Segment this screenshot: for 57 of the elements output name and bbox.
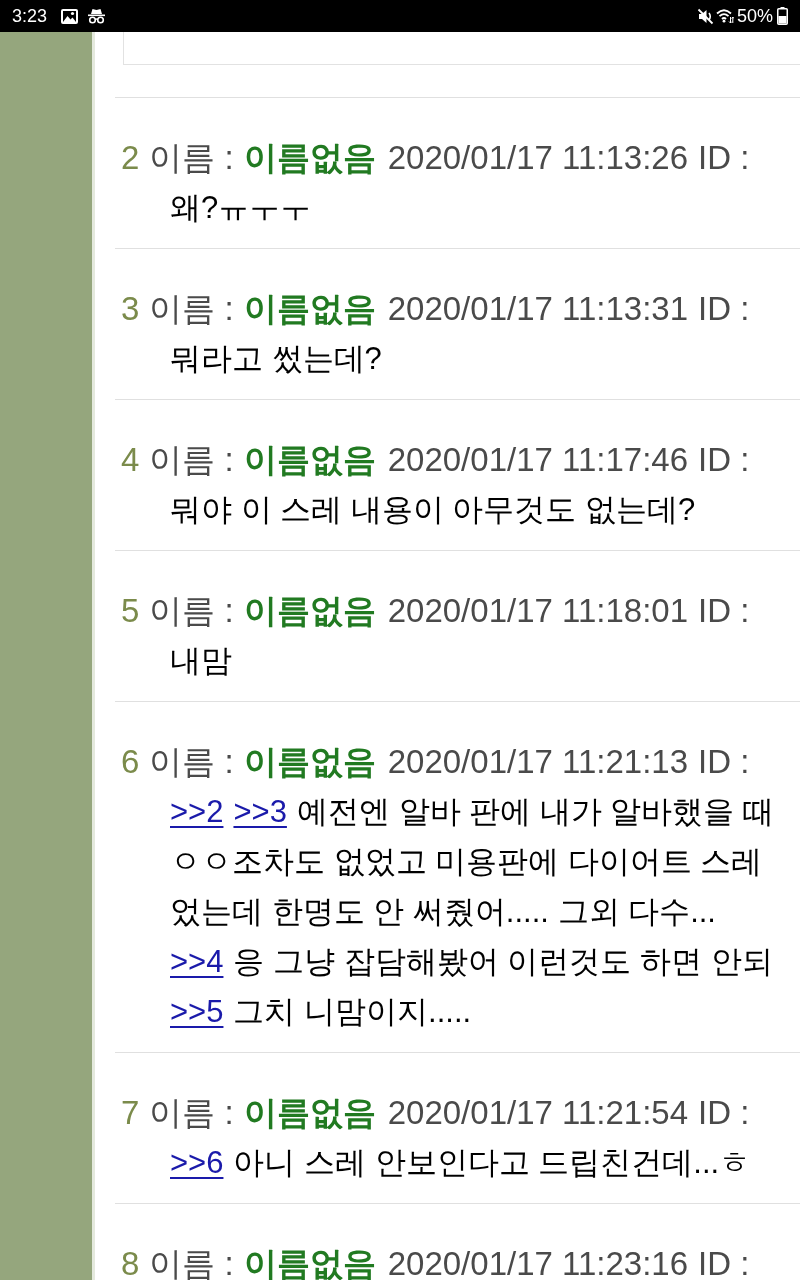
post-number: 4 [121, 440, 140, 480]
id-label: ID : [698, 1093, 750, 1133]
post-number: 8 [121, 1244, 140, 1280]
poster-name: 이름없음 [243, 289, 376, 329]
post-number: 2 [121, 138, 140, 178]
poster-name: 이름없음 [243, 591, 376, 631]
post-datetime: 2020/01/17 11:13:26 [387, 138, 689, 178]
name-label: 이름 : [149, 742, 234, 782]
post-text: ㅇㅇ조차도 없었고 미용판에 다이어트 스레 [170, 843, 764, 881]
id-label: ID : [698, 1244, 750, 1280]
post-datetime: 2020/01/17 11:18:01 [387, 591, 689, 631]
post-text: >>5 그치 니맘이지..... [170, 993, 473, 1031]
post-text: >>4 응 그냥 잡담해봤어 이런것도 하면 안되 [170, 943, 774, 981]
reply-link[interactable]: >>6 [170, 1145, 224, 1180]
mute-icon [696, 7, 714, 25]
post-text: 내맘 [170, 642, 233, 680]
post-text: 뭐라고 썼는데? [170, 340, 383, 378]
incognito-icon [88, 8, 106, 24]
battery-icon [777, 7, 788, 25]
id-label: ID : [698, 138, 750, 178]
name-label: 이름 : [149, 1244, 234, 1280]
post-datetime: 2020/01/17 11:21:54 [387, 1093, 689, 1133]
reply-link[interactable]: >>3 [233, 794, 287, 829]
reply-link[interactable]: >>4 [170, 944, 224, 979]
post-datetime: 2020/01/17 11:23:16 [387, 1244, 689, 1280]
wifi-icon [715, 8, 734, 24]
reply-link[interactable]: >>5 [170, 994, 224, 1029]
poster-name: 이름없음 [243, 440, 376, 480]
name-label: 이름 : [149, 138, 234, 178]
poster-name: 이름없음 [243, 1093, 376, 1133]
post-datetime: 2020/01/17 11:17:46 [387, 440, 689, 480]
post-number: 5 [121, 591, 140, 631]
post-text: >>6 아니 스레 안보인다고 드립친건데...ㅎ [170, 1144, 752, 1182]
id-label: ID : [698, 591, 750, 631]
id-label: ID : [698, 289, 750, 329]
post-text: 왜?ㅠㅜㅜ [170, 189, 313, 227]
post-text: 었는데 한명도 안 써줬어..... 그외 다수... [170, 893, 717, 931]
name-label: 이름 : [149, 591, 234, 631]
poster-name: 이름없음 [243, 138, 376, 178]
post-text: >>2 >>3 예전엔 알바 판에 내가 알바했을 때 [170, 793, 775, 831]
id-label: ID : [698, 440, 750, 480]
poster-name: 이름없음 [243, 1244, 376, 1280]
post-number: 6 [121, 742, 140, 782]
poster-name: 이름없음 [243, 742, 376, 782]
name-label: 이름 : [149, 1093, 234, 1133]
name-label: 이름 : [149, 440, 234, 480]
name-label: 이름 : [149, 289, 234, 329]
id-label: ID : [698, 742, 750, 782]
post-datetime: 2020/01/17 11:21:13 [387, 742, 689, 782]
post-datetime: 2020/01/17 11:13:31 [387, 289, 689, 329]
reply-link[interactable]: >>2 [170, 794, 224, 829]
image-icon [61, 8, 79, 24]
post-text: 뭐야 이 스레 내용이 아무것도 없는데? [170, 491, 697, 529]
post-number: 3 [121, 289, 140, 329]
battery-percent: 50% [736, 5, 773, 27]
post-number: 7 [121, 1093, 140, 1133]
status-time: 3:23 [12, 5, 48, 27]
